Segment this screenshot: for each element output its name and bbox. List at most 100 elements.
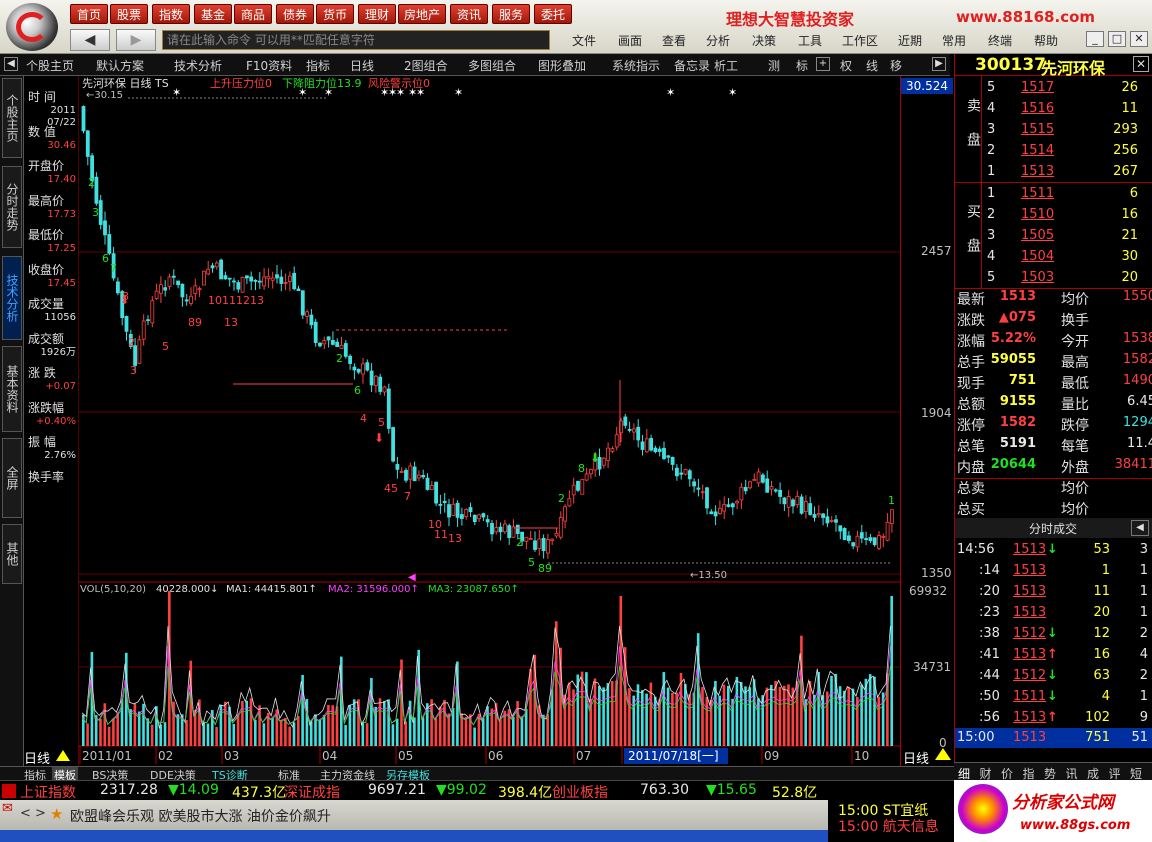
- volume-bar: [421, 717, 425, 746]
- right-arrow-icon[interactable]: ▶: [932, 57, 946, 71]
- top-menu-item[interactable]: 服务: [492, 4, 530, 24]
- volume-bar: [391, 724, 395, 746]
- maximize-button[interactable]: □: [1108, 31, 1126, 47]
- toolbar-item[interactable]: 日线: [350, 57, 374, 74]
- top-menu-item[interactable]: 委托: [534, 4, 572, 24]
- expand-icon[interactable]: ◀: [1131, 520, 1149, 536]
- menu-item[interactable]: 近期: [898, 32, 922, 49]
- top-menu-item[interactable]: 房地产: [398, 4, 446, 24]
- left-tab[interactable]: 基本资料: [2, 346, 22, 432]
- ad-banner[interactable]: 分析家公式网 www.88gs.com: [954, 780, 1152, 842]
- stat-value: ▲075: [998, 310, 1036, 325]
- toolbar-item[interactable]: 技术分析: [174, 57, 222, 74]
- left-tab[interactable]: 分时走势: [2, 166, 22, 248]
- buy-price[interactable]: 1505: [1021, 228, 1054, 243]
- back-button[interactable]: ◀: [70, 29, 110, 51]
- menu-item[interactable]: 帮助: [1034, 32, 1058, 49]
- data-panel: 时 间 2011 07/22 数 值 30.46 开盘价 17.40 最高价 17.73 最低价…: [24, 76, 78, 506]
- left-arrow-icon[interactable]: ◀: [4, 57, 18, 71]
- top-menu-item[interactable]: 股票: [110, 4, 148, 24]
- toolbar-item[interactable]: 多图组合: [468, 57, 516, 74]
- candle-body: [386, 388, 391, 429]
- candle-body: [808, 503, 813, 515]
- stat-value: 6.45: [1127, 394, 1152, 409]
- top-menu-item[interactable]: 首页: [70, 4, 108, 24]
- left-tab[interactable]: 个股主页: [2, 78, 22, 158]
- period-up-icon[interactable]: [56, 750, 70, 761]
- candle-body: [761, 474, 765, 483]
- volume-bar: [593, 678, 597, 746]
- sell-price[interactable]: 1517: [1021, 80, 1054, 95]
- close-button[interactable]: ✕: [1130, 31, 1148, 47]
- top-menu-item[interactable]: 理财: [358, 4, 396, 24]
- buy-price[interactable]: 1504: [1021, 249, 1054, 264]
- sh-index-name[interactable]: 上证指数: [20, 782, 76, 802]
- toolbar-item[interactable]: 2图组合: [404, 57, 448, 74]
- crosshair-icon[interactable]: +: [816, 57, 830, 71]
- toolbar-item[interactable]: 移: [890, 57, 902, 74]
- mail-icon[interactable]: ✉: [2, 801, 13, 816]
- sell-price[interactable]: 1516: [1021, 101, 1054, 116]
- top-menu-item[interactable]: 商品: [234, 4, 272, 24]
- alert-item[interactable]: 15:00 航天信息: [838, 816, 939, 836]
- toolbar-item[interactable]: 备忘录: [674, 57, 710, 74]
- period-label[interactable]: 日线: [903, 748, 929, 767]
- period-up-icon[interactable]: [935, 748, 951, 760]
- kline-chart[interactable]: 先河环保 日线 TS 上升压力位0 下降阻力位13.9 风险警示位0←30.15 ✶ ✶ ✶…: [78, 76, 900, 766]
- volume-bar: [232, 723, 236, 746]
- toolbar-item[interactable]: 标: [796, 57, 808, 74]
- menu-item[interactable]: 文件: [572, 32, 596, 49]
- sz-index-name[interactable]: 深证成指: [284, 782, 340, 802]
- news-arrows-icon[interactable]: < >: [20, 806, 46, 821]
- minimize-button[interactable]: _: [1086, 31, 1104, 47]
- sell-level: 2: [987, 143, 996, 158]
- menu-item[interactable]: 工具: [798, 32, 822, 49]
- menu-item[interactable]: 决策: [752, 32, 776, 49]
- toolbar-item[interactable]: 权: [840, 57, 852, 74]
- toolbar-item[interactable]: 默认方案: [96, 57, 144, 74]
- command-input[interactable]: 请在此输入命令 可以用**匹配任意字符: [162, 30, 550, 50]
- top-menu-item[interactable]: 资讯: [450, 4, 488, 24]
- volume-bar: [868, 674, 872, 746]
- toolbar-item[interactable]: 系统指示: [612, 57, 660, 74]
- left-tab[interactable]: 其他: [2, 524, 22, 584]
- menu-item[interactable]: 常用: [942, 32, 966, 49]
- buy-price[interactable]: 1510: [1021, 207, 1054, 222]
- toolbar-item[interactable]: 析工: [714, 57, 738, 74]
- tick-volume: 16: [1093, 647, 1110, 662]
- top-menu-item[interactable]: 债券: [276, 4, 314, 24]
- forward-button[interactable]: ▶: [116, 29, 156, 51]
- sell-price[interactable]: 1514: [1021, 143, 1054, 158]
- menu-item[interactable]: 画面: [618, 32, 642, 49]
- left-tab[interactable]: 全屏: [2, 438, 22, 518]
- candle-body: [769, 486, 774, 490]
- toolbar-item[interactable]: 指标: [306, 57, 330, 74]
- menu-item[interactable]: 查看: [662, 32, 686, 49]
- volume-bar: [434, 718, 438, 746]
- top-menu-item[interactable]: 货币: [316, 4, 354, 24]
- volume-bar: [279, 720, 283, 746]
- volume-bar: [395, 718, 399, 746]
- close-panel-icon[interactable]: ✕: [1133, 56, 1149, 72]
- menu-item[interactable]: 终端: [988, 32, 1012, 49]
- buy-price[interactable]: 1511: [1021, 186, 1054, 201]
- menu-item[interactable]: 分析: [706, 32, 730, 49]
- news-headline[interactable]: 欧盟峰会乐观 欧美股市大涨 油价金价飙升: [70, 806, 331, 826]
- buy-price[interactable]: 1503: [1021, 270, 1054, 285]
- tick-price: 1513: [1013, 647, 1047, 662]
- left-tab[interactable]: 技术分析: [2, 256, 22, 340]
- toolbar-item[interactable]: 图形叠加: [538, 57, 586, 74]
- cy-index-name[interactable]: 创业板指: [552, 782, 608, 802]
- toolbar-item[interactable]: 测: [768, 57, 780, 74]
- sell-price[interactable]: 1515: [1021, 122, 1054, 137]
- period-label-left[interactable]: 日线: [24, 748, 50, 767]
- candle-body: [330, 340, 335, 345]
- top-menu-item[interactable]: 指数: [152, 4, 190, 24]
- top-menu-item[interactable]: 基金: [194, 4, 232, 24]
- sell-price[interactable]: 1513: [1021, 164, 1054, 179]
- toolbar-item[interactable]: 个股主页: [26, 57, 74, 74]
- toolbar-item[interactable]: 线: [866, 57, 878, 74]
- candle-body: [571, 484, 576, 496]
- toolbar-item[interactable]: F10资料: [246, 57, 292, 74]
- menu-item[interactable]: 工作区: [842, 32, 878, 49]
